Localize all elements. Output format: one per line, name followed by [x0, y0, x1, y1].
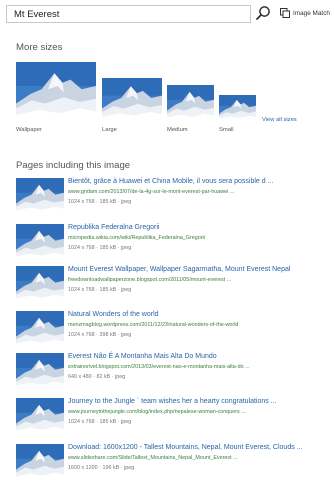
pages-heading: Pages including this image	[16, 160, 131, 171]
result-meta: 1024 x 768 · 185 kB · jpeg	[68, 287, 132, 293]
everest-thumbnail[interactable]	[16, 178, 64, 215]
result-meta: 1024 x 768 · 398 kB · jpeg	[68, 332, 132, 338]
result-title-link[interactable]: Download: 1600x1200 - Tallest Mountains,…	[68, 444, 303, 451]
result-url: www.gndam.com/2013/07/de-la-4g-sur-le-mo…	[68, 189, 235, 195]
result-title-link[interactable]: Journey to the Jungle ` team wishes her …	[68, 398, 277, 405]
size-label-small[interactable]: Small	[219, 127, 234, 133]
result-meta: 1024 x 768 · 185 kB · jpeg	[68, 419, 132, 425]
everest-thumbnail[interactable]	[16, 311, 64, 348]
result-meta: 640 x 480 · 82 kB · jpeg	[68, 374, 126, 380]
everest-thumbnail[interactable]	[16, 444, 64, 481]
result-row[interactable]: Journey to the Jungle ` team wishes her …	[16, 398, 334, 436]
result-meta: 1024 x 768 · 185 kB · jpeg	[68, 199, 132, 205]
search-input[interactable]: Mt Everest	[6, 5, 251, 23]
result-url: www.journeytothejungle.com/blog/index.ph…	[68, 409, 246, 415]
view-all-sizes-link[interactable]: View all sizes	[262, 117, 297, 123]
image-match-button[interactable]: Image Match	[280, 6, 330, 20]
result-url: menzmagblog.wordpress.com/2011/12/23/nat…	[68, 322, 239, 328]
result-meta: 1024 x 768 · 185 kB · jpeg	[68, 245, 132, 251]
result-row[interactable]: Bientôt, grâce à Huawei et China Mobile,…	[16, 178, 334, 216]
result-row[interactable]: Natural Wonders of the world menzmagblog…	[16, 311, 334, 349]
everest-image	[219, 95, 256, 122]
size-medium-thumbnail[interactable]	[167, 85, 214, 122]
size-label-medium[interactable]: Medium	[167, 127, 188, 133]
search-button[interactable]	[255, 5, 271, 21]
size-large-thumbnail[interactable]	[102, 78, 162, 122]
result-title-link[interactable]: Bientôt, grâce à Huawei et China Mobile,…	[68, 178, 273, 185]
everest-image	[16, 62, 96, 122]
result-title-link[interactable]: Mount Everest Wallpaper, Wallpaper Sagar…	[68, 266, 290, 273]
image-match-icon	[280, 8, 290, 18]
everest-thumbnail[interactable]	[16, 353, 64, 390]
search-icon	[256, 6, 270, 20]
image-match-label: Image Match	[293, 9, 330, 17]
everest-thumbnail[interactable]	[16, 224, 64, 261]
result-title-link[interactable]: Republika Federalna Gregorii	[68, 224, 159, 231]
result-title-link[interactable]: Natural Wonders of the world	[68, 311, 159, 318]
result-url: micropedia.wikia.com/wiki/Republika_Fede…	[68, 235, 205, 241]
result-url: extrainorivel.blogspot.com/2013/03/evere…	[68, 364, 250, 370]
size-small-thumbnail[interactable]	[219, 95, 256, 122]
everest-thumbnail[interactable]	[16, 398, 64, 435]
size-label-wallpaper[interactable]: Wallpaper	[16, 127, 42, 133]
everest-image	[167, 85, 214, 122]
result-row[interactable]: Republika Federalna Gregorii micropedia.…	[16, 224, 334, 262]
result-url: www.slideshare.com/Slide/Tallest_Mountai…	[68, 455, 238, 461]
result-url: freedownloadwallpaperzone.blogspot.com/2…	[68, 277, 232, 283]
result-meta: 1600 x 1200 · 196 kB · jpeg	[68, 465, 135, 471]
result-row[interactable]: Everest Não É A Montanha Mais Alta Do Mu…	[16, 353, 334, 391]
more-sizes-heading: More sizes	[16, 42, 63, 53]
size-label-large[interactable]: Large	[102, 127, 117, 133]
result-row[interactable]: Mount Everest Wallpaper, Wallpaper Sagar…	[16, 266, 334, 304]
size-wallpaper-thumbnail[interactable]	[16, 62, 96, 122]
result-title-link[interactable]: Everest Não É A Montanha Mais Alta Do Mu…	[68, 353, 217, 360]
everest-image	[102, 78, 162, 122]
result-row[interactable]: Download: 1600x1200 - Tallest Mountains,…	[16, 444, 334, 482]
everest-thumbnail[interactable]	[16, 266, 64, 303]
